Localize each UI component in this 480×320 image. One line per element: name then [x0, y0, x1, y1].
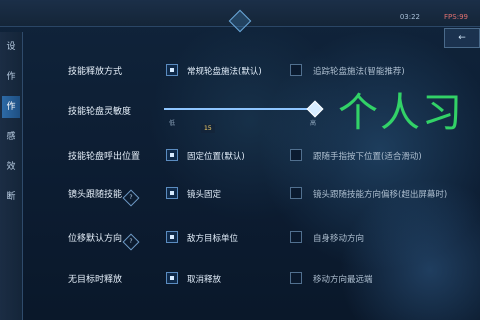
radio-camera-offset[interactable] [290, 187, 302, 199]
option-fixed-position[interactable]: 固定位置(默认) [187, 150, 245, 162]
row-label-camera-follow-text: 镜头跟随技能 [68, 190, 123, 200]
radio-enemy-target[interactable] [166, 231, 178, 243]
option-follow-finger[interactable]: 跟随手指按下位置(适合滑动) [313, 150, 422, 162]
tab-5[interactable]: 断 [2, 186, 20, 208]
option-farthest-end[interactable]: 移动方向最远端 [313, 273, 373, 285]
settings-tab-bar: 设 作 作 感 效 断 [0, 32, 23, 320]
help-glyph: ? [129, 238, 133, 245]
radio-farthest-end[interactable] [290, 272, 302, 284]
scene-badge: 15 [201, 124, 215, 133]
row-label-cast-mode: 技能释放方式 [68, 67, 123, 77]
slider-high-label: 高 [310, 120, 317, 127]
tab-0[interactable]: 设 [2, 36, 20, 58]
option-cancel-cast[interactable]: 取消释放 [187, 273, 221, 285]
watermark-text: 个人习 [338, 90, 464, 136]
row-label-camera-follow: 镜头跟随技能? [68, 187, 140, 207]
sensitivity-slider[interactable] [164, 100, 324, 118]
option-enemy-target[interactable]: 敌方目标单位 [187, 232, 238, 244]
radio-camera-fixed[interactable] [166, 187, 178, 199]
row-label-sensitivity: 技能轮盘灵敏度 [68, 107, 132, 117]
radio-self-direction[interactable] [290, 231, 302, 243]
radio-cancel-cast[interactable] [166, 272, 178, 284]
tab-2-active[interactable]: 作 [2, 96, 20, 118]
radio-tracking-wheel[interactable] [290, 64, 302, 76]
tab-1[interactable]: 作 [2, 66, 20, 88]
status-time: 03:22 [399, 13, 420, 21]
back-button[interactable]: ← [444, 28, 480, 48]
top-status-bar: 03:22 FPS:99 [0, 0, 480, 33]
tab-4[interactable]: 效 [2, 156, 20, 178]
row-label-dash-direction-text: 位移默认方向 [68, 234, 123, 244]
help-icon[interactable]: ? [122, 233, 140, 251]
radio-fixed-position[interactable] [166, 149, 178, 161]
row-label-wheel-position: 技能轮盘呼出位置 [68, 152, 141, 162]
tab-3[interactable]: 感 [2, 126, 20, 148]
help-glyph: ? [129, 194, 133, 201]
radio-follow-finger[interactable] [290, 149, 302, 161]
slider-fill [164, 108, 314, 110]
option-self-direction[interactable]: 自身移动方向 [313, 232, 364, 244]
help-icon[interactable]: ? [122, 189, 140, 207]
option-tracking-wheel[interactable]: 追踪轮盘施法(智能推荐) [313, 65, 405, 77]
option-regular-wheel[interactable]: 常规轮盘施法(默认) [187, 65, 262, 77]
option-camera-fixed[interactable]: 镜头固定 [187, 188, 221, 200]
row-label-no-target: 无目标时释放 [68, 275, 123, 285]
slider-low-label: 低 [169, 120, 176, 127]
radio-regular-wheel[interactable] [166, 64, 178, 76]
option-camera-offset[interactable]: 镜头跟随技能方向偏移(超出屏幕时) [313, 188, 447, 200]
status-fps: FPS:99 [444, 13, 468, 21]
row-label-dash-direction: 位移默认方向? [68, 231, 140, 251]
